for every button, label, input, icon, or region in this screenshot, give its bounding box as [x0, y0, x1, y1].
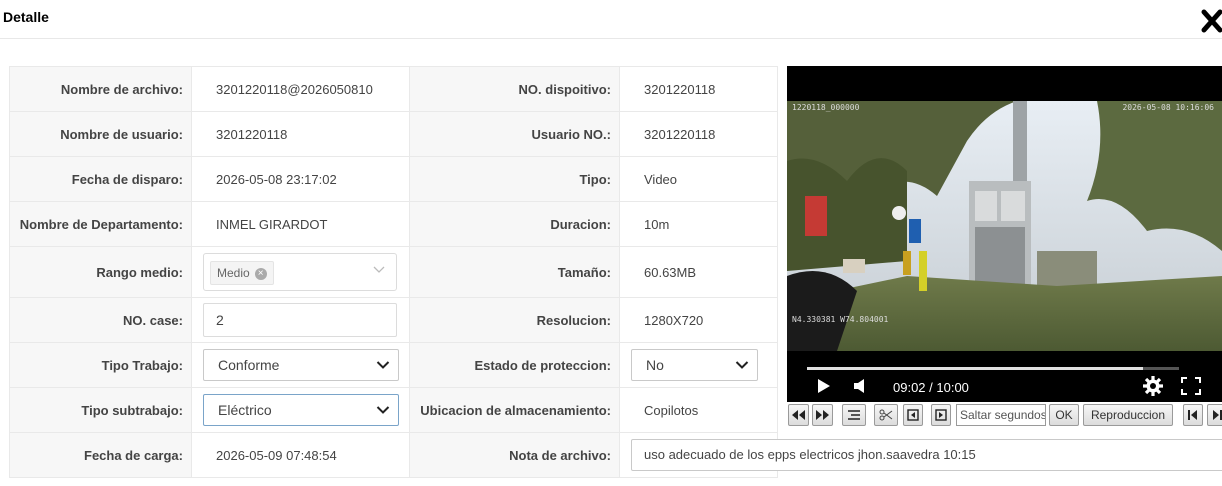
- label-tamano: Tamaño:: [409, 246, 620, 298]
- dialog-header: Detalle: [0, 0, 1222, 39]
- value-fecha-disparo: 2026-05-08 23:17:02: [191, 156, 410, 202]
- value-fecha-carga: 2026-05-09 07:48:54: [191, 432, 410, 478]
- playback-button[interactable]: Reproduccion: [1083, 404, 1173, 426]
- chevron-down-icon: [735, 361, 749, 369]
- tag-medio: Medio ×: [210, 261, 274, 285]
- osd-id-label: 1220118_000000: [792, 103, 860, 112]
- value-nombre-usuario: 3201220118: [191, 111, 410, 157]
- tipo-trabajo-value: Conforme: [218, 357, 280, 373]
- chevron-down-icon: [376, 361, 390, 369]
- chevron-down-icon: [376, 406, 390, 414]
- label-resolucion: Resolucion:: [409, 297, 620, 343]
- label-usuario-no: Usuario NO.:: [409, 111, 620, 157]
- label-fecha-disparo: Fecha de disparo:: [9, 156, 192, 202]
- ok-button[interactable]: OK: [1049, 404, 1079, 426]
- next-frame-icon[interactable]: [931, 404, 951, 426]
- table-row: Tipo subtrabajo: Eléctrico Ubicacion de …: [9, 387, 778, 433]
- label-nombre-usuario: Nombre de usuario:: [9, 111, 192, 157]
- time-display: 09:02 / 10:00: [893, 380, 969, 395]
- osd-coordinates: N4.330381 W74.804001: [792, 315, 889, 324]
- nota-archivo-cell: uso adecuado de los epps electricos jhon…: [619, 432, 1222, 478]
- label-tipo-trabajo: Tipo Trabajo:: [9, 342, 192, 388]
- video-frame: [787, 101, 1222, 351]
- label-departamento: Nombre de Departamento:: [9, 201, 192, 247]
- no-case-input[interactable]: 2: [203, 303, 397, 337]
- list-icon[interactable]: [842, 404, 866, 426]
- chevron-down-icon: [373, 266, 385, 273]
- fast-forward-icon[interactable]: [812, 404, 833, 426]
- nota-archivo-value: uso adecuado de los epps electricos jhon…: [644, 447, 976, 462]
- dialog-title: Detalle: [3, 9, 49, 25]
- value-tipo: Video: [619, 156, 778, 202]
- label-fecha-carga: Fecha de carga:: [9, 432, 192, 478]
- label-tipo: Tipo:: [409, 156, 620, 202]
- table-row: Fecha de carga: 2026-05-09 07:48:54 Nota…: [9, 432, 1222, 478]
- close-icon[interactable]: [1201, 8, 1222, 34]
- skip-seconds-input[interactable]: Saltar segundos: [956, 404, 1046, 426]
- tipo-trabajo-cell: Conforme: [191, 342, 410, 388]
- label-nota-archivo: Nota de archivo:: [409, 432, 620, 478]
- tipo-subtrabajo-value: Eléctrico: [218, 402, 272, 418]
- fullscreen-icon[interactable]: [1181, 377, 1201, 395]
- table-row: Nombre de archivo: 3201220118@2026050810…: [9, 66, 778, 112]
- table-row: Rango medio: Medio × Tamaño: 60.63MB: [9, 246, 778, 298]
- estado-proteccion-select[interactable]: No: [631, 349, 758, 381]
- value-nombre-archivo: 3201220118@2026050810: [191, 66, 410, 112]
- estado-proteccion-cell: No: [619, 342, 778, 388]
- label-tipo-subtrabajo: Tipo subtrabajo:: [9, 387, 192, 433]
- table-row: Nombre de Departamento: INMEL GIRARDOT D…: [9, 201, 778, 247]
- label-duracion: Duracion:: [409, 201, 620, 247]
- label-rango-medio: Rango medio:: [9, 246, 192, 298]
- video-player[interactable]: 1220118_000000 2026-05-08 10:16:06 N4.33…: [787, 66, 1222, 386]
- table-row: Tipo Trabajo: Conforme Estado de protecc…: [9, 342, 778, 388]
- rango-medio-select[interactable]: Medio ×: [203, 253, 397, 291]
- player-controls: [787, 370, 1222, 402]
- play-icon[interactable]: [817, 378, 831, 394]
- tipo-trabajo-select[interactable]: Conforme: [203, 349, 399, 381]
- detail-table: Nombre de archivo: 3201220118@2026050810…: [9, 66, 1222, 478]
- value-usuario-no: 3201220118: [619, 111, 778, 157]
- value-resolucion: 1280X720: [619, 297, 778, 343]
- label-no-case: NO. case:: [9, 297, 192, 343]
- settings-gear-icon[interactable]: [1143, 376, 1163, 396]
- value-ubicacion: Copilotos: [619, 387, 778, 433]
- tag-remove-icon[interactable]: ×: [254, 268, 267, 280]
- value-duracion: 10m: [619, 201, 778, 247]
- label-no-dispositivo: NO. dispoitivo:: [409, 66, 620, 112]
- rango-medio-cell: Medio ×: [191, 246, 410, 298]
- osd-timestamp: 2026-05-08 10:16:06: [1122, 103, 1214, 112]
- volume-icon[interactable]: [853, 378, 867, 394]
- no-case-cell: 2: [191, 297, 410, 343]
- label-nombre-archivo: Nombre de archivo:: [9, 66, 192, 112]
- value-tamano: 60.63MB: [619, 246, 778, 298]
- tipo-subtrabajo-select[interactable]: Eléctrico: [203, 394, 399, 426]
- skip-start-icon[interactable]: [1183, 404, 1203, 426]
- label-ubicacion: Ubicacion de almacenamiento:: [409, 387, 620, 433]
- value-departamento: INMEL GIRARDOT: [191, 201, 410, 247]
- value-no-dispositivo: 3201220118: [619, 66, 778, 112]
- table-row: NO. case: 2 Resolucion: 1280X720: [9, 297, 778, 343]
- player-toolbar: Saltar segundos OK Reproduccion: [787, 404, 1222, 430]
- rewind-icon[interactable]: [788, 404, 809, 426]
- table-row: Fecha de disparo: 2026-05-08 23:17:02 Ti…: [9, 156, 778, 202]
- tipo-subtrabajo-cell: Eléctrico: [191, 387, 410, 433]
- label-estado-proteccion: Estado de proteccion:: [409, 342, 620, 388]
- scissors-icon[interactable]: [874, 404, 898, 426]
- prev-frame-icon[interactable]: [903, 404, 923, 426]
- tag-medio-label: Medio: [217, 266, 250, 280]
- estado-proteccion-value: No: [646, 357, 664, 373]
- nota-archivo-input[interactable]: uso adecuado de los epps electricos jhon…: [631, 439, 1222, 471]
- table-row: Nombre de usuario: 3201220118 Usuario NO…: [9, 111, 778, 157]
- skip-end-icon[interactable]: [1207, 404, 1222, 426]
